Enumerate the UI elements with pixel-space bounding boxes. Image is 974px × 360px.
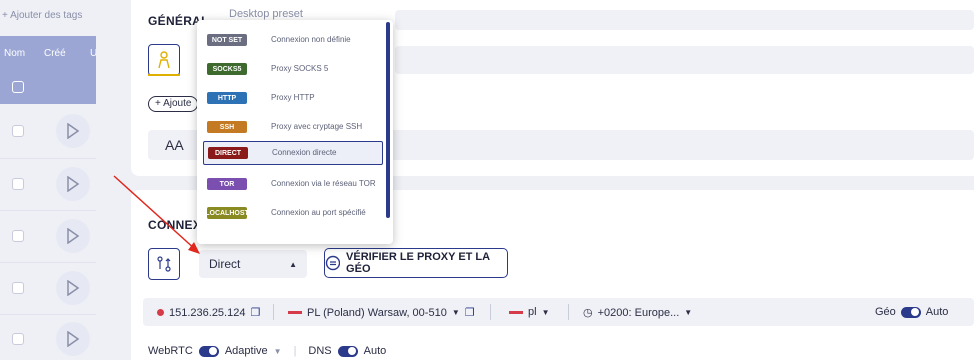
clock-icon: ◷ — [583, 307, 593, 319]
row-checkbox[interactable] — [12, 230, 24, 242]
row-checkbox[interactable] — [12, 125, 24, 137]
row-checkbox[interactable] — [12, 282, 24, 294]
play-icon[interactable] — [56, 167, 90, 201]
proxy-option-localhost[interactable]: LOCALHOST Connexion au port spécifié — [203, 201, 383, 225]
proxy-badge: DIRECT — [208, 147, 248, 159]
play-icon[interactable] — [56, 322, 90, 356]
chevron-down-icon: ▼ — [451, 308, 460, 317]
language-item[interactable]: pl ▼ — [509, 306, 549, 318]
proxy-option-not-set[interactable]: NOT SET Connexion non définie — [203, 28, 383, 52]
proxy-option-label: Connexion au port spécifié — [271, 208, 366, 217]
general-strip — [395, 10, 974, 30]
play-icon[interactable] — [56, 219, 90, 253]
language-value: pl — [528, 306, 537, 318]
dns-toggle[interactable] — [337, 345, 358, 357]
flag-icon — [509, 310, 523, 314]
row-divider — [0, 158, 96, 159]
col-created-header[interactable]: Créé — [44, 48, 66, 59]
chevron-down-icon: ▼ — [541, 307, 550, 317]
proxy-option-label: Proxy HTTP — [271, 93, 315, 102]
proxy-badge: HTTP — [207, 92, 247, 104]
col-name-header[interactable]: Nom — [4, 48, 25, 59]
row-checkbox[interactable] — [12, 333, 24, 345]
proxy-badge: TOR — [207, 178, 247, 190]
person-icon[interactable] — [148, 44, 180, 76]
proxy-option-label: Connexion directe — [272, 148, 337, 157]
select-all-checkbox[interactable] — [12, 81, 24, 93]
font-icon[interactable]: AA — [165, 137, 184, 153]
annotation-arrow — [113, 175, 200, 254]
webrtc-label: WebRTC — [148, 345, 193, 357]
webrtc-mode[interactable]: Adaptive — [225, 345, 268, 357]
active-indicator — [148, 74, 180, 76]
row-checkbox[interactable] — [12, 178, 24, 190]
general-strip — [395, 46, 974, 74]
proxy-option-socks5[interactable]: SOCKS5 Proxy SOCKS 5 — [203, 57, 383, 81]
proxy-type-select[interactable]: Direct ▲ — [199, 250, 307, 278]
divider — [490, 304, 491, 320]
proxy-type-value: Direct — [209, 257, 241, 271]
proxy-option-label: Connexion non définie — [271, 35, 351, 44]
geo-mode: Auto — [925, 306, 949, 318]
location-item[interactable]: PL (Poland) Warsaw, 00-510 ▼ ❐ — [288, 306, 475, 319]
dns-label: DNS — [308, 345, 332, 357]
divider — [568, 304, 569, 320]
verify-proxy-button[interactable]: VÉRIFIER LE PROXY ET LA GÉO — [324, 248, 508, 278]
play-icon[interactable] — [56, 271, 90, 305]
verify-proxy-label: VÉRIFIER LE PROXY ET LA GÉO — [346, 251, 490, 275]
proxy-option-direct[interactable]: DIRECT Connexion directe — [203, 141, 383, 165]
play-icon[interactable] — [56, 114, 90, 148]
proxy-option-label: Connexion via le réseau TOR — [271, 179, 376, 188]
proxy-option-label: Proxy avec cryptage SSH — [271, 122, 363, 131]
proxy-badge: SOCKS5 — [207, 63, 247, 75]
webrtc-toggle[interactable] — [198, 345, 219, 357]
chevron-down-icon: ▼ — [273, 346, 282, 356]
row-divider — [0, 262, 96, 263]
location-value: PL (Poland) Warsaw, 00-510 — [307, 306, 447, 319]
proxy-badge: NOT SET — [207, 34, 247, 46]
geo-label: Géo — [875, 306, 896, 318]
proxy-option-http[interactable]: HTTP Proxy HTTP — [203, 86, 383, 110]
webrtc-dns-row: WebRTC Adaptive ▼ | DNS Auto — [148, 345, 386, 357]
geo-toggle-item[interactable]: Géo Auto — [875, 306, 948, 318]
flag-icon — [288, 311, 302, 314]
ip-item[interactable]: 151.236.25.124 ❐ — [157, 306, 260, 319]
proxy-info-bar: 151.236.25.124 ❐ PL (Poland) Warsaw, 00-… — [143, 298, 974, 326]
list-header: Nom Créé U — [0, 36, 97, 104]
dns-mode: Auto — [363, 345, 387, 357]
add-button[interactable]: + Ajoute — [148, 96, 199, 112]
proxy-option-tor[interactable]: TOR Connexion via le réseau TOR — [203, 172, 383, 196]
geo-toggle[interactable] — [900, 306, 921, 318]
divider: | — [293, 345, 297, 357]
check-circle-icon — [325, 255, 341, 271]
proxy-option-ssh[interactable]: SSH Proxy avec cryptage SSH — [203, 115, 383, 139]
add-tags-link[interactable]: + Ajouter des tags — [2, 10, 82, 21]
proxy-badge: SSH — [207, 121, 247, 133]
caret-up-icon: ▲ — [289, 259, 297, 269]
chevron-down-icon: ▼ — [684, 308, 693, 317]
copy-icon[interactable]: ❐ — [465, 306, 475, 319]
proxy-badge: LOCALHOST — [205, 207, 249, 219]
status-dot-icon — [157, 309, 164, 316]
ip-value: 151.236.25.124 — [169, 306, 246, 319]
profile-preset-select[interactable]: Desktop preset — [229, 8, 303, 20]
divider — [273, 304, 274, 320]
proxy-type-dropdown: NOT SET Connexion non définie SOCKS5 Proxy … — [197, 20, 393, 244]
timezone-item[interactable]: ◷ +0200: Europe... ▼ — [583, 306, 693, 320]
dropdown-scrollbar[interactable] — [386, 22, 390, 218]
timezone-value: +0200: Europe... — [597, 306, 680, 319]
proxy-option-label: Proxy SOCKS 5 — [271, 64, 329, 73]
row-divider — [0, 314, 96, 315]
copy-icon[interactable]: ❐ — [250, 306, 260, 319]
row-divider — [0, 210, 96, 211]
